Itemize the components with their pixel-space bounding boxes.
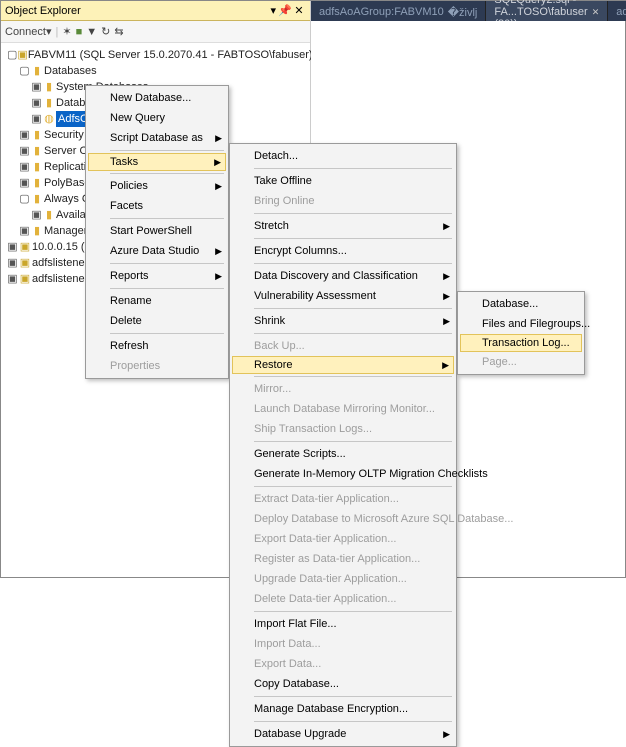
- disconnect-icon[interactable]: ✶: [62, 25, 71, 38]
- menu-item-properties: Properties: [88, 356, 226, 376]
- submenu-arrow-icon: ▶: [443, 729, 450, 740]
- menu-item-database-upgrade[interactable]: Database Upgrade▶: [232, 724, 454, 744]
- menu-item-tasks[interactable]: Tasks▶: [88, 153, 226, 171]
- submenu-arrow-icon: ▶: [443, 271, 450, 282]
- menu-item-refresh[interactable]: Refresh: [88, 336, 226, 356]
- menu-item-generate-oltp[interactable]: Generate In-Memory OLTP Migration Checkl…: [232, 464, 454, 484]
- menu-item-data-discovery[interactable]: Data Discovery and Classification▶: [232, 266, 454, 286]
- menu-item-bring-online: Bring Online: [232, 191, 454, 211]
- menu-item-vulnerability[interactable]: Vulnerability Assessment▶: [232, 286, 454, 306]
- menu-item-ship-tx-logs: Ship Transaction Logs...: [232, 419, 454, 439]
- menu-item-deploy-azure: Deploy Database to Microsoft Azure SQL D…: [232, 509, 454, 529]
- menu-item-encrypt-columns[interactable]: Encrypt Columns...: [232, 241, 454, 261]
- menu-item-upgrade-datatier: Upgrade Data-tier Application...: [232, 569, 454, 589]
- menu-item-mirror: Mirror...: [232, 379, 454, 399]
- connect-button[interactable]: Connect ▾: [5, 25, 52, 38]
- context-menu-database: New Database... New Query Script Databas…: [85, 85, 229, 379]
- menu-item-detach[interactable]: Detach...: [232, 146, 454, 166]
- submenu-arrow-icon: ▶: [215, 181, 222, 192]
- submenu-arrow-icon: ▶: [443, 221, 450, 232]
- tab-pin-icon[interactable]: �življ: [448, 6, 478, 19]
- menu-item-policies[interactable]: Policies▶: [88, 176, 226, 196]
- submenu-arrow-icon: ▶: [442, 360, 449, 371]
- submenu-arrow-icon: ▶: [443, 291, 450, 302]
- panel-toolbar: Connect ▾ | ✶ ■ ▼ ↻ ⇆: [1, 21, 310, 43]
- menu-item-stretch[interactable]: Stretch▶: [232, 216, 454, 236]
- tab-sqlquery2[interactable]: SQLQuery2.sql - FA...TOSO\fabuser (80))✕: [486, 1, 608, 21]
- submenu-tasks: Detach... Take Offline Bring Online Stre…: [229, 143, 457, 747]
- menu-item-register-datatier: Register as Data-tier Application...: [232, 549, 454, 569]
- menu-item-new-query[interactable]: New Query: [88, 108, 226, 128]
- sync-icon[interactable]: ⇆: [114, 25, 123, 38]
- menu-item-back-up: Back Up...: [232, 336, 454, 356]
- menu-item-restore-files-filegroups[interactable]: Files and Filegroups...: [460, 314, 582, 334]
- menu-item-export-data: Export Data...: [232, 654, 454, 674]
- menu-item-manage-db-encryption[interactable]: Manage Database Encryption...: [232, 699, 454, 719]
- tab-adfsaoagroup[interactable]: adfsAoAGroup:FABVM10�življ: [311, 1, 486, 21]
- tab-adfsa[interactable]: adfsA: [608, 1, 626, 21]
- tree-folder-databases[interactable]: ▢▮Databases: [7, 63, 310, 79]
- menu-item-copy-database[interactable]: Copy Database...: [232, 674, 454, 694]
- menu-item-start-powershell[interactable]: Start PowerShell: [88, 221, 226, 241]
- panel-titlebar: Object Explorer ▾ 📌 ✕: [1, 1, 310, 21]
- menu-item-delete[interactable]: Delete: [88, 311, 226, 331]
- menu-item-restore-page: Page...: [460, 352, 582, 372]
- menu-item-export-datatier: Export Data-tier Application...: [232, 529, 454, 549]
- menu-item-rename[interactable]: Rename: [88, 291, 226, 311]
- menu-item-take-offline[interactable]: Take Offline: [232, 171, 454, 191]
- filter-icon[interactable]: ▼: [86, 26, 97, 38]
- submenu-arrow-icon: ▶: [214, 157, 221, 168]
- menu-item-extract-datatier: Extract Data-tier Application...: [232, 489, 454, 509]
- submenu-arrow-icon: ▶: [215, 271, 222, 282]
- close-icon[interactable]: ✕: [292, 4, 306, 17]
- submenu-arrow-icon: ▶: [443, 316, 450, 327]
- menu-item-launch-mirroring: Launch Database Mirroring Monitor...: [232, 399, 454, 419]
- submenu-arrow-icon: ▶: [215, 133, 222, 144]
- stop-icon[interactable]: ■: [76, 26, 83, 38]
- tree-server-root[interactable]: ▢▣FABVM11 (SQL Server 15.0.2070.41 - FAB…: [7, 47, 310, 63]
- submenu-arrow-icon: ▶: [215, 246, 222, 257]
- refresh-icon[interactable]: ↻: [101, 25, 110, 38]
- menu-item-azure-data-studio[interactable]: Azure Data Studio▶: [88, 241, 226, 261]
- menu-item-restore-database[interactable]: Database...: [460, 294, 582, 314]
- menu-item-restore-transaction-log[interactable]: Transaction Log...: [460, 334, 582, 352]
- pin-icon[interactable]: 📌: [278, 4, 292, 17]
- dropdown-icon[interactable]: ▾: [270, 4, 276, 17]
- menu-item-new-database[interactable]: New Database...: [88, 88, 226, 108]
- menu-item-restore[interactable]: Restore▶: [232, 356, 454, 374]
- panel-title: Object Explorer: [5, 5, 270, 17]
- menu-item-reports[interactable]: Reports▶: [88, 266, 226, 286]
- menu-item-import-flat-file[interactable]: Import Flat File...: [232, 614, 454, 634]
- menu-item-delete-datatier: Delete Data-tier Application...: [232, 589, 454, 609]
- menu-item-shrink[interactable]: Shrink▶: [232, 311, 454, 331]
- menu-item-import-data: Import Data...: [232, 634, 454, 654]
- menu-item-script-database-as[interactable]: Script Database as▶: [88, 128, 226, 148]
- menu-item-facets[interactable]: Facets: [88, 196, 226, 216]
- editor-tabstrip: adfsAoAGroup:FABVM10�življ SQLQuery2.sql…: [311, 1, 625, 21]
- tab-close-icon[interactable]: ✕: [592, 7, 600, 18]
- menu-item-generate-scripts[interactable]: Generate Scripts...: [232, 444, 454, 464]
- submenu-restore: Database... Files and Filegroups... Tran…: [457, 291, 585, 375]
